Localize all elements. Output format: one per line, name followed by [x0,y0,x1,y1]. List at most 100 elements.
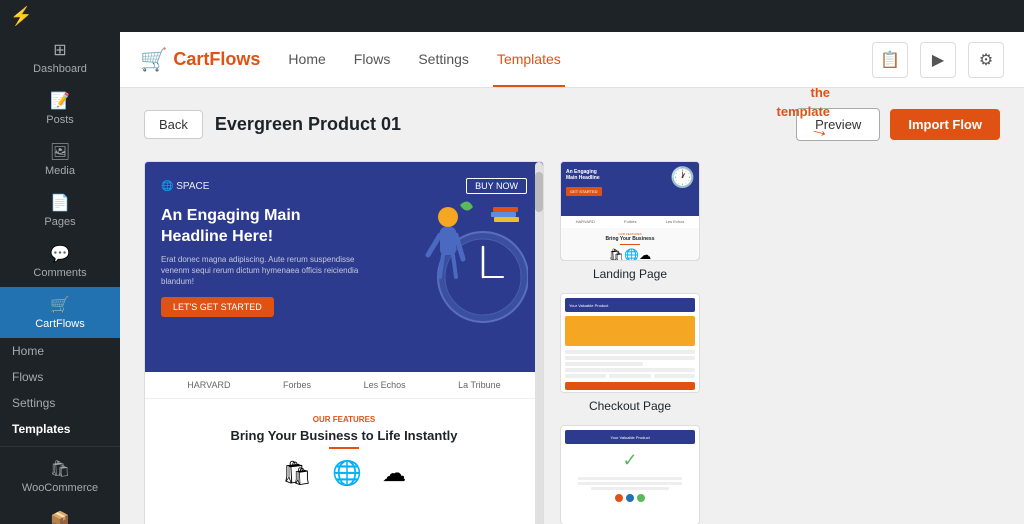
sidebar-item-label: Posts [46,114,74,126]
content-area: Back Evergreen Product 01 Click to impor… [120,88,1024,524]
top-nav-left: 🛒 CartFlows Home Flows Settings Template… [140,33,565,87]
thumbnail-landing-label: Landing Page [593,267,667,281]
thumbnail-checkout-img[interactable]: Your Valuable Product [560,293,700,393]
content-header-left: Back Evergreen Product 01 [144,110,401,139]
thankyou-line-2 [578,482,682,485]
thumbnail-landing: An EngagingMain Headline 🕐 GET STARTED H… [560,161,700,281]
sub-home-label: Home [12,344,44,358]
cartflows-sub-menu: Home Flows Settings Templates [0,338,120,442]
top-nav: 🛒 CartFlows Home Flows Settings Template… [120,32,1024,88]
sidebar-sub-home[interactable]: Home [0,338,120,364]
dot-3 [637,494,645,502]
posts-icon: 📝 [50,91,70,111]
lp-features-title: Bring Your Business to Life Instantly [161,428,527,443]
nav-settings-button[interactable]: ⚙ [968,42,1004,78]
feature-icon-3: ☁ [382,459,406,488]
lp-logo: 🌐 SPACE [161,181,209,192]
thankyou-line-1 [578,477,682,480]
brand-name: CartFlows [173,49,260,70]
checkout-row-4 [565,368,695,372]
content-header: Back Evergreen Product 01 Click to impor… [144,108,1000,141]
brand-icon: 🛒 [140,47,167,73]
sidebar-sub-templates[interactable]: Templates [0,416,120,442]
brand-latribune: La Tribune [458,380,501,390]
thumb-checkout-btn [565,382,695,390]
thumb-checkout-inner: Your Valuable Product [561,294,699,392]
nav-link-flows[interactable]: Flows [350,33,395,87]
nav-link-settings[interactable]: Settings [414,33,473,87]
nav-video-button[interactable]: ▶ [920,42,956,78]
lp-illustration [403,182,533,342]
import-flow-button[interactable]: Import Flow [890,109,1000,140]
products-icon: 📦 [50,510,70,524]
sidebar-separator [0,446,120,447]
checkout-row-1 [565,350,695,354]
thumbnail-checkout: Your Valuable Product [560,293,700,413]
sidebar-item-dashboard[interactable]: ⊞ Dashboard [0,32,120,83]
brand: 🛒 CartFlows [140,47,260,73]
nav-link-templates[interactable]: Templates [493,33,565,87]
dashboard-icon: ⊞ [53,40,66,60]
sidebar-item-label: Media [45,165,75,177]
thankyou-line-3 [591,487,669,490]
feature-icon-2: 🌐 [332,459,362,488]
thumbnail-checkout-label: Checkout Page [589,399,671,413]
nav-link-home[interactable]: Home [284,33,329,87]
media-icon: 🖼 [50,142,70,162]
sidebar-item-products[interactable]: 📦 Products [0,502,120,524]
brand-forbes: Forbes [283,380,311,390]
nav-links: Home Flows Settings Templates [284,33,564,87]
back-button[interactable]: Back [144,110,203,139]
lp-features: OUR FEATURES Bring Your Business to Life… [145,399,543,504]
main-preview-inner: 🌐 SPACE BUY NOW An Engaging Main Headlin… [145,162,543,524]
woocommerce-icon: 🛍 [50,459,70,479]
nav-docs-button[interactable]: 📋 [872,42,908,78]
feature-icon-1: 🛍 [282,459,312,488]
thumb-checkout-header: Your Valuable Product [565,298,695,312]
sidebar-sub-settings[interactable]: Settings [0,390,120,416]
lp-cta-button[interactable]: LET'S GET STARTED [161,297,274,317]
lp-brands: HARVARD Forbes Les Echos La Tribune [145,372,543,399]
lp-features-underline [329,447,359,449]
admin-bar: ⚡ [0,0,1024,32]
sidebar-item-label: CartFlows [35,318,85,330]
thumb-thankyou-dots [565,494,695,502]
wp-logo-icon: ⚡ [10,6,32,27]
dot-1 [615,494,623,502]
sidebar-item-pages[interactable]: 📄 Pages [0,185,120,236]
lp-features-tag: OUR FEATURES [161,415,527,424]
thumb-thankyou-text [565,477,695,490]
thumbnail-landing-img[interactable]: An EngagingMain Headline 🕐 GET STARTED H… [560,161,700,261]
sub-templates-label: Templates [12,422,70,436]
page-title: Evergreen Product 01 [215,114,401,135]
preview-button[interactable]: Preview [796,108,880,141]
scroll-bar[interactable] [535,162,543,524]
thumbnails: An EngagingMain Headline 🕐 GET STARTED H… [560,161,700,524]
brand-lesechos: Les Echos [364,380,406,390]
sidebar-item-media[interactable]: 🖼 Media [0,134,120,185]
thumbnail-thankyou: Your Valuable Product ✓ [560,425,700,524]
comments-icon: 💬 [50,244,70,264]
pages-icon: 📄 [50,193,70,213]
sub-settings-label: Settings [12,396,55,410]
checkout-row-2 [565,356,695,360]
thumb-thankyou-check: ✓ [565,450,695,471]
checkout-row-3 [565,362,643,366]
sidebar-item-label: Comments [33,267,86,279]
lp-subtext: Erat donec magna adipiscing. Aute rerum … [161,254,362,288]
thumb-thankyou-inner: Your Valuable Product ✓ [561,426,699,524]
scroll-thumb [535,172,543,212]
sidebar-sub-flows[interactable]: Flows [0,364,120,390]
sidebar-item-woocommerce[interactable]: 🛍 WooCommerce [0,451,120,502]
sidebar-item-cartflows[interactable]: 🛒 CartFlows [0,287,120,338]
top-nav-right: 📋 ▶ ⚙ [872,42,1004,78]
lp-feature-icons: 🛍 🌐 ☁ [161,459,527,488]
sidebar-item-comments[interactable]: 💬 Comments [0,236,120,287]
lp-hero: 🌐 SPACE BUY NOW An Engaging Main Headlin… [145,162,543,372]
sub-flows-label: Flows [12,370,43,384]
thumb-checkout-form [565,350,695,378]
sidebar-item-label: Dashboard [33,63,87,75]
lp-headline: An Engaging Main Headline Here! [161,206,362,248]
thumbnail-thankyou-img[interactable]: Your Valuable Product ✓ [560,425,700,524]
sidebar-item-posts[interactable]: 📝 Posts [0,83,120,134]
